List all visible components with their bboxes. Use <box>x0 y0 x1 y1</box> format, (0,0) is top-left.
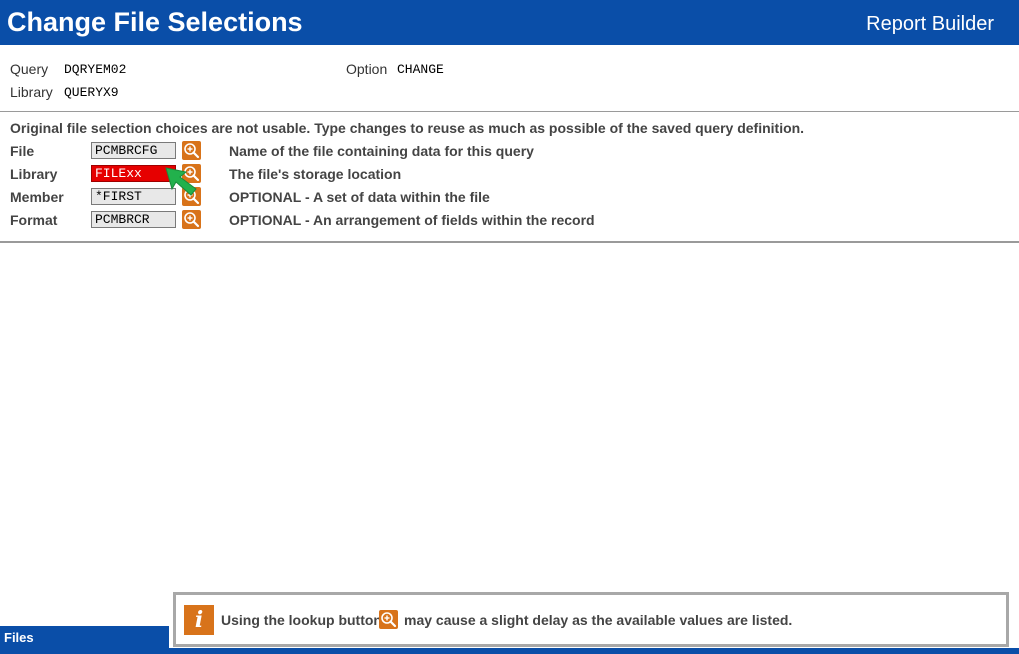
divider-top <box>0 111 1019 112</box>
magnifier-plus-icon <box>184 212 200 228</box>
app-name: Report Builder <box>866 13 994 35</box>
files-tab[interactable]: Files <box>0 626 169 648</box>
info-text-after: may cause a slight delay as the availabl… <box>404 612 793 628</box>
query-value: DQRYEM02 <box>64 62 127 77</box>
library-label: Library <box>10 166 58 182</box>
format-label: Format <box>10 212 58 228</box>
magnifier-plus-icon <box>381 612 397 628</box>
page-title: Change File Selections <box>7 7 303 37</box>
info-text-before: Using the lookup button <box>221 612 382 628</box>
option-value: CHANGE <box>397 62 444 77</box>
library-info-value: QUERYX9 <box>64 85 119 100</box>
file-label: File <box>10 143 35 159</box>
page-header: Change File Selections Report Builder <box>0 0 1019 45</box>
divider-bottom <box>0 241 1019 243</box>
option-label: Option <box>346 61 388 77</box>
file-lookup-button[interactable] <box>182 141 201 160</box>
member-label: Member <box>10 189 64 205</box>
library-description: The file's storage location <box>229 166 402 182</box>
instruction-message: Original file selection choices are not … <box>10 120 805 136</box>
magnifier-plus-icon <box>184 143 200 159</box>
footer-bar <box>0 648 1019 654</box>
library-info-label: Library <box>10 84 53 100</box>
mouse-cursor-icon <box>165 167 197 196</box>
format-description: OPTIONAL - An arrangement of fields with… <box>229 212 595 228</box>
lookup-example-icon <box>379 610 398 629</box>
file-description: Name of the file containing data for thi… <box>229 143 534 159</box>
info-bar: i Using the lookup button may cause a sl… <box>173 592 1009 647</box>
format-input[interactable]: PCMBRCR <box>91 211 176 228</box>
member-description: OPTIONAL - A set of data within the file <box>229 189 490 205</box>
query-label: Query <box>10 61 49 77</box>
format-lookup-button[interactable] <box>182 210 201 229</box>
info-icon: i <box>184 605 214 635</box>
file-input[interactable]: PCMBRCFG <box>91 142 176 159</box>
